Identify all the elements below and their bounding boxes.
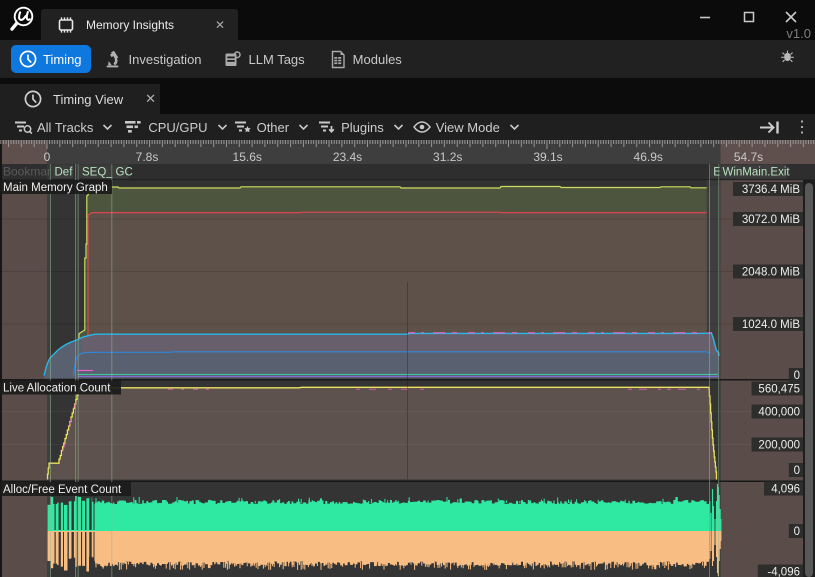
svg-text:31.2s: 31.2s <box>433 150 462 164</box>
svg-text:0: 0 <box>794 465 800 477</box>
svg-text:3736.4 MiB: 3736.4 MiB <box>742 184 801 196</box>
svg-text:400,000: 400,000 <box>758 407 800 419</box>
svg-text:3072.0 MiB: 3072.0 MiB <box>742 214 801 226</box>
svg-text:Live Allocation Count: Live Allocation Count <box>3 383 111 395</box>
svg-text:39.1s: 39.1s <box>533 150 562 164</box>
svg-text:WinMain.Exit: WinMain.Exit <box>723 167 791 179</box>
svg-text:54.7s: 54.7s <box>734 150 763 164</box>
svg-text:46.9s: 46.9s <box>634 150 663 164</box>
svg-text:-4,096: -4,096 <box>767 567 800 577</box>
svg-text:0: 0 <box>794 526 800 538</box>
svg-text:7.8s: 7.8s <box>136 150 159 164</box>
svg-text:2048.0 MiB: 2048.0 MiB <box>742 267 801 279</box>
svg-text:0: 0 <box>44 150 51 164</box>
svg-text:Alloc/Free Event Count: Alloc/Free Event Count <box>3 484 122 496</box>
svg-text:1024.0 MiB: 1024.0 MiB <box>742 319 801 331</box>
svg-text:560,475: 560,475 <box>758 384 800 396</box>
svg-text:200,000: 200,000 <box>758 440 800 452</box>
svg-text:Bookmar: Bookmar <box>3 165 51 179</box>
svg-text:Main Memory Graph: Main Memory Graph <box>3 182 108 194</box>
svg-text:23.4s: 23.4s <box>333 150 362 164</box>
svg-text:Def: Def <box>55 167 74 179</box>
svg-text:GC: GC <box>116 167 133 179</box>
svg-text:4,096: 4,096 <box>771 484 800 496</box>
svg-text:SEQ_: SEQ_ <box>82 167 113 179</box>
svg-text:0: 0 <box>794 370 800 382</box>
svg-text:15.6s: 15.6s <box>233 150 262 164</box>
